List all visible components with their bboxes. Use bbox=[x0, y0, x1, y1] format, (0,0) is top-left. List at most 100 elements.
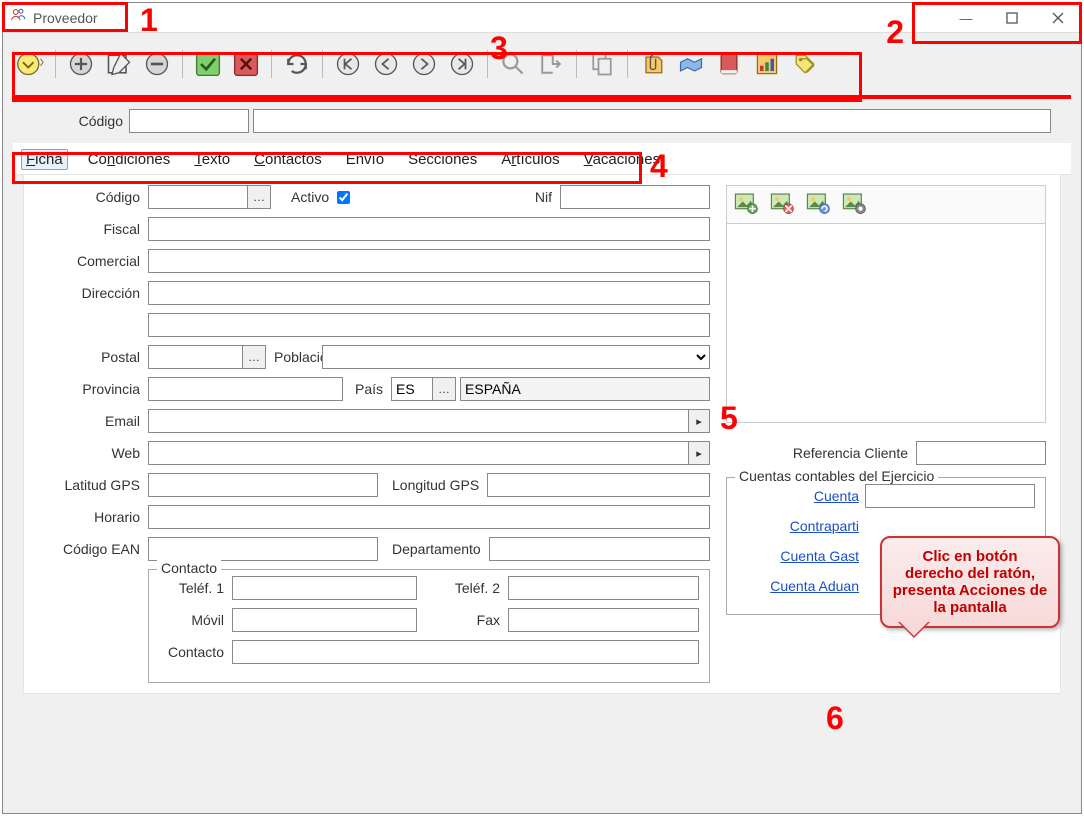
export-button[interactable] bbox=[534, 47, 568, 81]
image-refresh-button[interactable] bbox=[805, 190, 831, 219]
chart-button[interactable] bbox=[750, 47, 784, 81]
poblacion-select[interactable] bbox=[322, 345, 710, 369]
postal-input[interactable] bbox=[148, 345, 243, 369]
depto-input[interactable] bbox=[489, 537, 710, 561]
lat-input[interactable] bbox=[148, 473, 378, 497]
ean-input[interactable] bbox=[148, 537, 378, 561]
tab-contactos[interactable]: Contactos bbox=[250, 149, 326, 170]
ean-label: Código EAN bbox=[38, 541, 140, 557]
pais-label: País bbox=[355, 381, 383, 397]
movil-input[interactable] bbox=[232, 608, 417, 632]
tab-vacaciones[interactable]: Vacaciones bbox=[580, 149, 664, 170]
cuenta-gasto-link[interactable]: Cuenta Gast bbox=[780, 548, 859, 564]
cuenta-aduana-link[interactable]: Cuenta Aduan bbox=[770, 578, 859, 594]
minimize-button[interactable]: — bbox=[943, 3, 989, 33]
tabs: Ficha Condiciones Texto Contactos Envío … bbox=[13, 143, 1071, 175]
contacto-fieldset: Contacto Teléf. 1 Teléf. 2 Móvil Fax bbox=[148, 569, 710, 683]
copy-button[interactable] bbox=[585, 47, 619, 81]
window-controls: — bbox=[943, 3, 1081, 33]
separator bbox=[55, 50, 56, 78]
form-left-column: Código … Activo Nif Fiscal Comercial Dir… bbox=[38, 185, 710, 683]
provincia-input[interactable] bbox=[148, 377, 343, 401]
last-button[interactable] bbox=[445, 47, 479, 81]
header-codigo-label: Código bbox=[33, 113, 123, 129]
email-input[interactable] bbox=[148, 409, 689, 433]
direccion-label: Dirección bbox=[38, 285, 140, 301]
book-red-button[interactable] bbox=[712, 47, 746, 81]
pais-lookup-button[interactable]: … bbox=[432, 377, 456, 401]
telef1-input[interactable] bbox=[232, 576, 417, 600]
movil-label: Móvil bbox=[159, 612, 224, 628]
dropdown-button[interactable] bbox=[13, 47, 47, 81]
horario-input[interactable] bbox=[148, 505, 710, 529]
fax-label: Fax bbox=[425, 612, 500, 628]
cuenta-input[interactable] bbox=[865, 484, 1035, 508]
contacto-input[interactable] bbox=[232, 640, 699, 664]
toolbar-area bbox=[3, 33, 1081, 93]
lat-label: Latitud GPS bbox=[38, 477, 140, 493]
tab-ficha[interactable]: Ficha bbox=[21, 149, 68, 170]
remove-button[interactable] bbox=[140, 47, 174, 81]
edit-button[interactable] bbox=[102, 47, 136, 81]
header-name-input[interactable] bbox=[253, 109, 1051, 133]
separator bbox=[182, 50, 183, 78]
fiscal-input[interactable] bbox=[148, 217, 710, 241]
tab-secciones[interactable]: Secciones bbox=[404, 149, 481, 170]
titlebar: Proveedor — bbox=[3, 3, 1081, 33]
web-label: Web bbox=[38, 445, 140, 461]
web-input[interactable] bbox=[148, 441, 689, 465]
lon-input[interactable] bbox=[487, 473, 710, 497]
add-button[interactable] bbox=[64, 47, 98, 81]
handshake-button[interactable] bbox=[674, 47, 708, 81]
email-label: Email bbox=[38, 413, 140, 429]
separator bbox=[487, 50, 488, 78]
header-code-row: Código bbox=[3, 99, 1081, 139]
fax-input[interactable] bbox=[508, 608, 699, 632]
image-toolbar bbox=[726, 185, 1046, 223]
telef2-input[interactable] bbox=[508, 576, 699, 600]
web-action-button[interactable]: ▸ bbox=[688, 441, 710, 465]
window-frame: Proveedor — bbox=[2, 2, 1082, 814]
codigo-input[interactable] bbox=[148, 185, 248, 209]
cuenta-link[interactable]: Cuenta bbox=[814, 488, 859, 504]
prev-button[interactable] bbox=[369, 47, 403, 81]
codigo-lookup-button[interactable]: … bbox=[247, 185, 271, 209]
tab-texto[interactable]: Texto bbox=[190, 149, 234, 170]
tab-articulos[interactable]: Artículos bbox=[497, 149, 563, 170]
pais-code-input[interactable] bbox=[391, 377, 433, 401]
direccion-input[interactable] bbox=[148, 281, 710, 305]
next-button[interactable] bbox=[407, 47, 441, 81]
ref-cliente-label: Referencia Cliente bbox=[726, 445, 908, 461]
refresh-button[interactable] bbox=[280, 47, 314, 81]
telef2-label: Teléf. 2 bbox=[425, 580, 500, 596]
contrapartida-link[interactable]: Contraparti bbox=[790, 518, 859, 534]
direccion2-input[interactable] bbox=[148, 313, 710, 337]
email-action-button[interactable]: ▸ bbox=[688, 409, 710, 433]
comercial-input[interactable] bbox=[148, 249, 710, 273]
close-button[interactable] bbox=[1035, 3, 1081, 33]
callout-text: Clic en botón derecho del ratón, present… bbox=[893, 548, 1048, 616]
postal-lookup-button[interactable]: … bbox=[242, 345, 266, 369]
toolbar bbox=[13, 41, 1071, 87]
header-codigo-input[interactable] bbox=[129, 109, 249, 133]
image-view-button[interactable] bbox=[841, 190, 867, 219]
tags-button[interactable] bbox=[788, 47, 822, 81]
tab-condiciones[interactable]: Condiciones bbox=[84, 149, 175, 170]
image-delete-button[interactable] bbox=[769, 190, 795, 219]
first-button[interactable] bbox=[331, 47, 365, 81]
attach-button[interactable] bbox=[636, 47, 670, 81]
separator bbox=[576, 50, 577, 78]
cancel-button[interactable] bbox=[229, 47, 263, 81]
contacto-label: Contacto bbox=[159, 644, 224, 660]
tab-envio[interactable]: Envío bbox=[342, 149, 388, 170]
fiscal-label: Fiscal bbox=[38, 221, 140, 237]
ref-cliente-input[interactable] bbox=[916, 441, 1046, 465]
activo-label: Activo bbox=[291, 189, 329, 205]
image-add-button[interactable] bbox=[733, 190, 759, 219]
activo-checkbox[interactable] bbox=[337, 191, 350, 204]
nif-input[interactable] bbox=[560, 185, 710, 209]
maximize-button[interactable] bbox=[989, 3, 1035, 33]
accept-button[interactable] bbox=[191, 47, 225, 81]
lon-label: Longitud GPS bbox=[392, 477, 479, 493]
search-button[interactable] bbox=[496, 47, 530, 81]
